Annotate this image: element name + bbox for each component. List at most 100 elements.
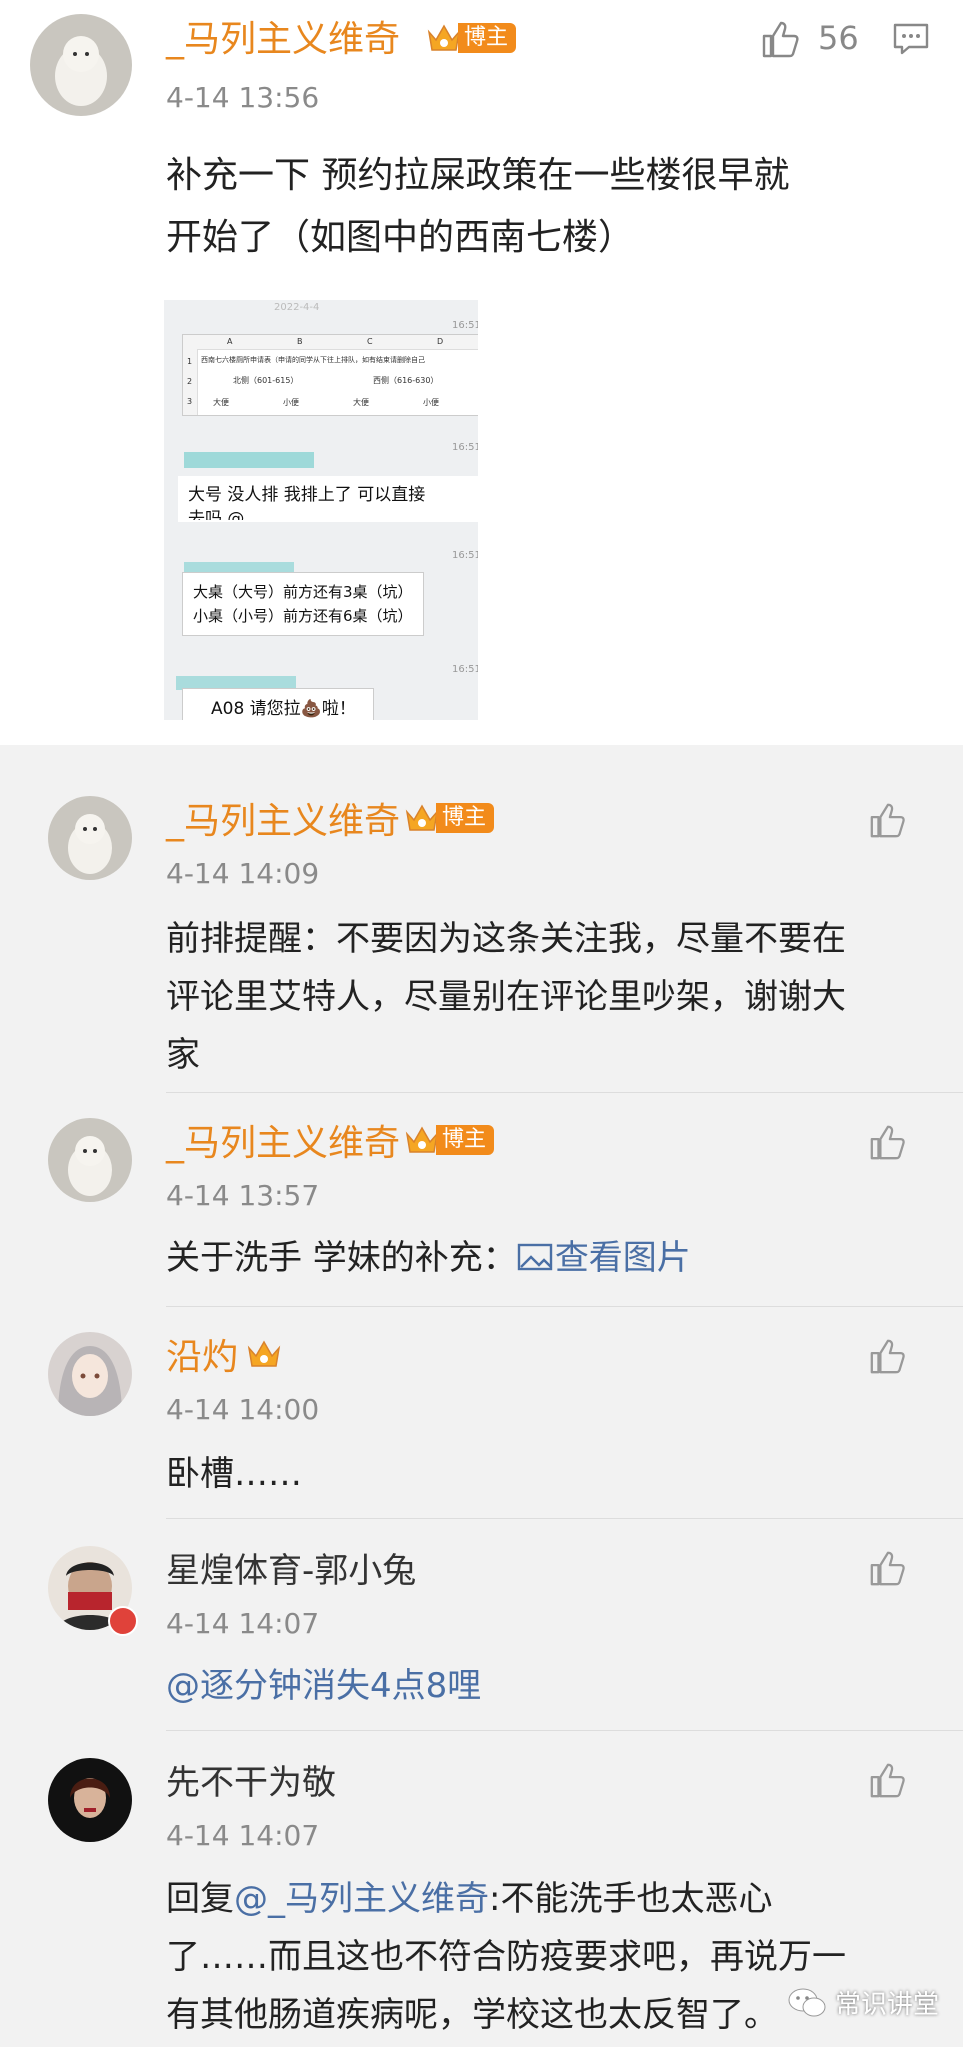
avatar-image — [30, 14, 132, 116]
row-number: 3 — [187, 397, 193, 406]
avatar-image — [48, 1332, 132, 1416]
vip-badge — [246, 1336, 282, 1372]
comment-text: 前排提醒：不要因为这条关注我，尽量不要在 评论里艾特人，尽量别在评论里吵架，谢谢… — [166, 910, 946, 1084]
chat-text: 去吗 @ — [188, 509, 245, 520]
crown-icon — [405, 1126, 439, 1153]
wechat-icon — [788, 1988, 826, 2016]
divider — [166, 1730, 963, 1731]
comment-text-line: 开始了（如图中的西南七楼） — [166, 217, 635, 258]
blogger-badge: 博主 — [426, 20, 517, 56]
chat-text: 大桌（大号）前方还有3桌（坑） — [193, 583, 413, 601]
username[interactable]: _马列主义维奇 — [166, 1126, 400, 1162]
col-header: D — [437, 337, 444, 346]
row-number: 1 — [187, 357, 193, 366]
divider — [166, 1092, 963, 1093]
image-date: 2022-4-4 — [274, 302, 320, 313]
image-time: 16:51 — [452, 664, 478, 675]
col-header: B — [297, 337, 303, 346]
sheet-cell: 小便 — [283, 398, 299, 407]
verified-badge — [108, 1606, 138, 1636]
like-icon — [870, 1551, 905, 1586]
like-icon — [870, 1125, 905, 1160]
like-icon — [870, 1763, 905, 1798]
blogger-badge: 博主 — [404, 1122, 495, 1158]
chat-bubble: 大号 没人排 我排上了 可以直接 去吗 @ — [178, 476, 478, 522]
comment-text: 卧槽…… — [166, 1454, 302, 1494]
reply-mention-link[interactable]: @_马列主义维奇 — [234, 1879, 489, 1919]
image-time: 16:51 — [452, 442, 478, 453]
row-number: 2 — [187, 377, 193, 386]
watermark: 常识讲堂 — [787, 1984, 939, 2021]
image-icon — [517, 1243, 553, 1271]
avatar[interactable] — [30, 14, 132, 116]
comment-text-line: 评论里艾特人，尽量别在评论里吵架，谢谢大 — [166, 977, 846, 1017]
sheet-row2b: 西侧（616-630） — [373, 376, 439, 385]
image-time: 16:51 — [452, 320, 478, 331]
crown-icon — [405, 804, 439, 831]
sheet-cell: 大便 — [353, 398, 369, 407]
like-button[interactable] — [868, 1760, 908, 1804]
username[interactable]: _马列主义维奇 — [166, 804, 400, 840]
comment-icon — [893, 23, 929, 55]
chat-text: 大号 没人排 我排上了 可以直接 — [188, 485, 426, 505]
timestamp: 4-14 13:57 — [166, 1179, 320, 1212]
like-button[interactable] — [760, 18, 802, 64]
like-button[interactable] — [868, 800, 908, 844]
watermark-text: 常识讲堂 — [834, 1990, 939, 2020]
like-button[interactable] — [868, 1122, 908, 1166]
view-image-label: 查看图片 — [554, 1238, 691, 1278]
avatar[interactable] — [48, 796, 132, 880]
like-count: 56 — [818, 19, 859, 57]
badge-label: 博主 — [458, 23, 517, 53]
sheet-cell: 大便 — [213, 398, 229, 407]
comment-text-line: 家 — [166, 1035, 200, 1075]
username[interactable]: 先不干为敬 — [166, 1766, 336, 1800]
comment-button[interactable] — [892, 22, 930, 60]
username[interactable]: _马列主义维奇 — [166, 22, 400, 58]
comment-text-line: 前排提醒：不要因为这条关注我，尽量不要在 — [166, 919, 846, 959]
divider — [166, 1306, 963, 1307]
avatar[interactable] — [48, 1332, 132, 1416]
avatar-image — [48, 1758, 132, 1842]
chat-bubble: 大桌（大号）前方还有3桌（坑） 小桌（小号）前方还有6桌（坑） — [182, 572, 424, 636]
comment-text-prefix: 关于洗手 学妹的补充： — [166, 1238, 517, 1278]
sheet-row1: 西南七六楼厕所申请表（申请的同学从下往上排队，如有结束请删除自己 — [201, 356, 425, 364]
col-header: C — [367, 337, 373, 346]
like-icon — [762, 21, 799, 58]
crown-icon — [247, 1340, 281, 1367]
divider — [166, 1518, 963, 1519]
sheet-cell: 小便 — [423, 398, 439, 407]
redacted-name — [184, 452, 314, 468]
reply-prefix: 回复 — [166, 1879, 234, 1919]
timestamp: 4-14 14:09 — [166, 857, 320, 890]
avatar-image — [48, 796, 132, 880]
timestamp: 4-14 14:07 — [166, 1607, 320, 1640]
like-icon — [870, 803, 905, 838]
comment-text-line: 补充一下 预约拉屎政策在一些楼很早就 — [166, 155, 790, 196]
comment-text-line: 了……而且这也不符合防疫要求吧，再说万一 — [166, 1937, 846, 1977]
like-icon — [870, 1339, 905, 1374]
attached-image[interactable]: 2022-4-4 16:51 1 2 3 A B C D 西南七六楼厕所申请表（… — [164, 300, 478, 720]
main-comment: _马列主义维奇 博主 4-14 13:56 56 补充一下 预约拉屎政策在一些楼… — [0, 0, 963, 745]
avatar[interactable] — [48, 1758, 132, 1842]
col-header: A — [227, 337, 233, 346]
username[interactable]: 星煌体育-郭小兔 — [166, 1554, 416, 1588]
timestamp: 4-14 14:00 — [166, 1393, 320, 1426]
blogger-badge: 博主 — [404, 800, 495, 836]
timestamp: 4-14 14:07 — [166, 1819, 320, 1852]
crown-icon — [427, 24, 461, 51]
view-image-link[interactable]: 查看图片 — [517, 1238, 691, 1278]
mention-link[interactable]: @逐分钟消失4点8哩 — [166, 1660, 481, 1712]
badge-label: 博主 — [436, 803, 495, 833]
chat-text: 小桌（小号）前方还有6桌（坑） — [193, 607, 413, 625]
avatar[interactable] — [48, 1118, 132, 1202]
avatar-image — [48, 1118, 132, 1202]
like-button[interactable] — [868, 1336, 908, 1380]
username[interactable]: 沿灼 — [166, 1340, 238, 1376]
spreadsheet: 1 2 3 A B C D 西南七六楼厕所申请表（申请的同学从下往上排队，如有结… — [182, 334, 478, 416]
comment-text: 关于洗手 学妹的补充： 查看图片 — [166, 1232, 691, 1284]
chat-text: A08 请您拉💩啦！ — [211, 699, 356, 719]
image-time: 16:51 — [452, 550, 478, 561]
sheet-row2a: 北侧（601-615） — [233, 376, 299, 385]
like-button[interactable] — [868, 1548, 908, 1592]
